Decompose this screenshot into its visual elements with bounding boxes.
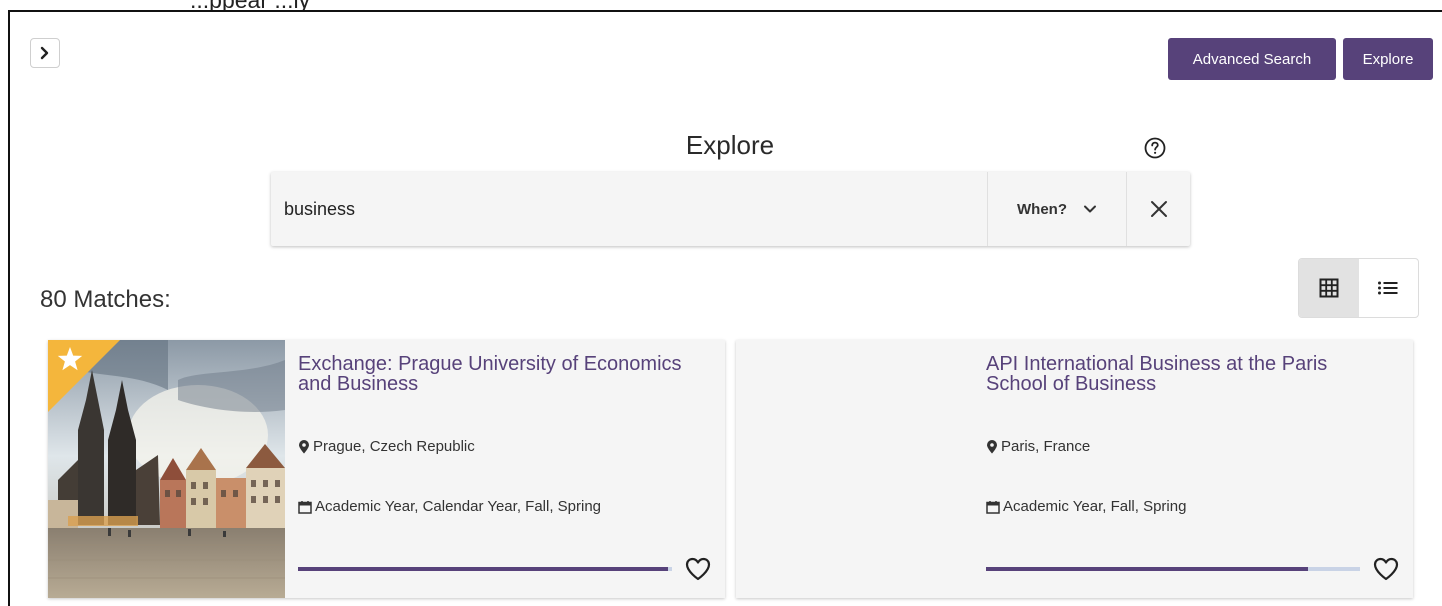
close-icon [1150, 201, 1167, 217]
help-icon[interactable] [1143, 136, 1167, 160]
program-progress-fill [986, 567, 1308, 571]
explore-button[interactable]: Explore [1343, 38, 1433, 80]
clear-search-button[interactable] [1127, 172, 1190, 246]
when-select-label: When? [1017, 200, 1067, 218]
grid-view-button[interactable] [1299, 259, 1359, 317]
match-count: 80 Matches: [40, 286, 171, 313]
program-terms-text: Academic Year, Calendar Year, Fall, Spri… [315, 498, 602, 515]
program-terms: Academic Year, Calendar Year, Fall, Spri… [298, 498, 601, 515]
advanced-search-button[interactable]: Advanced Search [1168, 38, 1336, 80]
program-title[interactable]: API International Business at the Paris … [986, 354, 1386, 394]
program-title[interactable]: Exchange: Prague University of Economics… [298, 354, 698, 394]
search-bar: When? [271, 172, 1190, 246]
calendar-icon [298, 500, 312, 514]
prague-square-photo [48, 340, 285, 598]
chevron-right-icon [40, 46, 49, 60]
search-input[interactable] [271, 172, 987, 246]
page-title: Explore [685, 130, 775, 160]
program-progress-fill [298, 567, 669, 571]
favorite-heart-icon[interactable] [684, 556, 712, 582]
program-image[interactable] [48, 340, 285, 598]
favorite-heart-icon[interactable] [1372, 556, 1400, 582]
program-location-text: Prague, Czech Republic [313, 438, 475, 455]
program-location: Prague, Czech Republic [298, 438, 475, 455]
explore-page: Advanced Search Explore Explore When? 80… [8, 10, 1442, 606]
program-progress-bar [986, 567, 1360, 571]
program-card[interactable]: API International Business at the Paris … [736, 340, 1413, 598]
list-view-button[interactable] [1359, 259, 1419, 317]
grid-icon [1319, 278, 1339, 298]
map-pin-icon [299, 439, 309, 453]
map-pin-icon [987, 439, 997, 453]
program-location: Paris, France [986, 438, 1090, 455]
screenshot-frame: ...ppear ...ly Advanced Search Explore E… [0, 0, 1442, 606]
program-progress-bar [298, 567, 672, 571]
when-select[interactable]: When? [987, 172, 1127, 246]
calendar-icon [986, 500, 1000, 514]
chevron-down-icon [1084, 205, 1096, 213]
program-terms: Academic Year, Fall, Spring [986, 498, 1186, 515]
program-terms-text: Academic Year, Fall, Spring [1003, 498, 1187, 515]
view-toggle [1298, 258, 1419, 318]
program-location-text: Paris, France [1001, 438, 1091, 455]
list-icon [1378, 281, 1398, 295]
program-card[interactable]: Exchange: Prague University of Economics… [48, 340, 725, 598]
sidebar-toggle-button[interactable] [30, 38, 60, 68]
program-image-placeholder[interactable] [736, 340, 973, 598]
